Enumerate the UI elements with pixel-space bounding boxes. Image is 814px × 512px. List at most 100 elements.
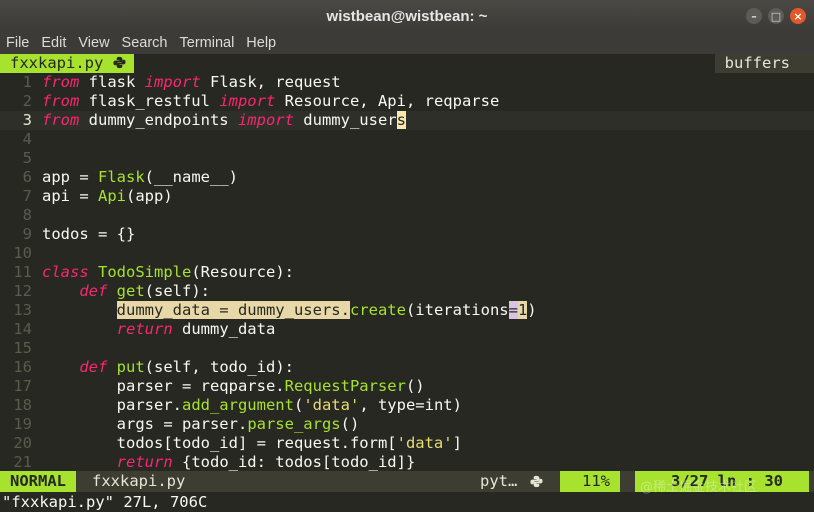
code-line[interactable]: 17 parser = reqparse.RequestParser() — [0, 377, 814, 396]
line-number: 19 — [13, 415, 32, 433]
mode-indicator: NORMAL — [0, 471, 76, 492]
code-token: parser. — [42, 396, 182, 414]
code-token: def — [79, 358, 108, 376]
code-line[interactable]: 11 class TodoSimple(Resource): — [0, 263, 814, 282]
code-token: 'data' — [396, 434, 453, 452]
menu-view[interactable]: View — [72, 35, 115, 51]
code-line[interactable]: 10 — [0, 244, 814, 263]
code-line[interactable]: 19 args = parser.parse_args() — [0, 415, 814, 434]
line-number: 2 — [22, 92, 32, 110]
code-token: (Resource): — [191, 263, 294, 281]
line-number: 12 — [13, 282, 32, 300]
code-token: return — [116, 320, 173, 338]
code-line[interactable]: 8 — [0, 206, 814, 225]
close-button[interactable]: × — [790, 8, 806, 24]
code-token: import — [144, 73, 201, 91]
menu-help[interactable]: Help — [240, 35, 282, 51]
menu-search[interactable]: Search — [116, 35, 174, 51]
line-number: 3 — [22, 111, 32, 129]
code-token: Resource, Api, reqparse — [275, 92, 500, 110]
line-number: 14 — [13, 320, 32, 338]
line-number: 6 — [22, 168, 32, 186]
code-line[interactable]: 18 parser.add_argument('data', type=int) — [0, 396, 814, 415]
code-token: (self): — [144, 282, 210, 300]
command-message: "fxxkapi.py" 27L, 706C — [2, 493, 208, 511]
code-token: 1 — [517, 301, 528, 319]
code-line[interactable]: 14 return dummy_data — [0, 320, 814, 339]
code-token: get — [116, 282, 145, 300]
code-line[interactable]: 16 def put(self, todo_id): — [0, 358, 814, 377]
terminal-area[interactable]: fxxkapi.py buffers 1 from flask import Fl… — [0, 54, 814, 512]
code-token: put — [116, 358, 145, 376]
code-token: () — [405, 377, 425, 395]
minimize-button[interactable]: – — [746, 8, 762, 24]
buffer-tab[interactable]: fxxkapi.py — [0, 54, 134, 73]
code-token: dummy_data — [172, 320, 276, 338]
code-token: import — [237, 111, 294, 129]
code-token: from — [42, 92, 80, 110]
menu-edit[interactable]: Edit — [35, 35, 72, 51]
code-line[interactable]: 1 from flask import Flask, request — [0, 73, 814, 92]
line-number: 13 — [13, 301, 32, 319]
code-line[interactable]: 3 from dummy_endpoints import dummy_users — [0, 111, 814, 130]
line-number: 5 — [22, 149, 32, 167]
code-token: add_argument — [181, 396, 294, 414]
code-line[interactable]: 2 from flask_restful import Resource, Api… — [0, 92, 814, 111]
code-line[interactable]: 20 todos[todo_id] = request.form['data'] — [0, 434, 814, 453]
code-line[interactable]: 15 — [0, 339, 814, 358]
code-line[interactable]: 6 app = Flask(__name__) — [0, 168, 814, 187]
code-token: return — [116, 453, 173, 471]
buffer-tab-label: fxxkapi.py — [10, 54, 104, 72]
code-token: parser = reqparse. — [42, 377, 285, 395]
code-line[interactable]: 5 — [0, 149, 814, 168]
code-token: from — [42, 73, 80, 91]
code-token: (self, todo_id): — [144, 358, 294, 376]
code-token: app = — [42, 168, 98, 186]
line-number: 10 — [13, 244, 32, 262]
code-token: (iterations — [405, 301, 509, 319]
line-number: 16 — [13, 358, 32, 376]
code-line[interactable]: 12 def get(self): — [0, 282, 814, 301]
line-number: 1 — [22, 73, 32, 91]
code-token: () — [340, 415, 360, 433]
code-token: import — [219, 92, 276, 110]
menu-file[interactable]: File — [0, 35, 35, 51]
code-line[interactable]: 4 — [0, 130, 814, 149]
maximize-button[interactable]: □ — [768, 8, 784, 24]
status-percent: 11% — [560, 471, 620, 492]
code-line[interactable]: 21 return {todo_id: todos[todo_id]} — [0, 453, 814, 472]
python-icon — [113, 54, 126, 72]
code-token: 'data' — [303, 396, 360, 414]
line-number: 17 — [13, 377, 32, 395]
line-number: 8 — [22, 206, 32, 224]
status-filetype: pyt… — [480, 472, 518, 490]
code-token: flask — [79, 73, 145, 91]
code-token: def — [79, 282, 108, 300]
code-line[interactable]: 7 api = Api(app) — [0, 187, 814, 206]
line-number: 15 — [13, 339, 32, 357]
code-token: todos = {} — [42, 225, 136, 243]
line-number: 4 — [22, 130, 32, 148]
code-editor[interactable]: 1 from flask import Flask, request 2 from f… — [0, 73, 814, 472]
code-token: flask_restful — [79, 92, 220, 110]
window-titlebar: wistbean@wistbean: ~ – □ × — [0, 0, 814, 32]
line-number: 18 — [13, 396, 32, 414]
menu-bar: File Edit View Search Terminal Help — [0, 32, 814, 54]
code-line[interactable]: 9 todos = {} — [0, 225, 814, 244]
code-line[interactable]: 13 dummy_data = dummy_users.create(itera… — [0, 301, 814, 320]
code-token: ] — [452, 434, 462, 452]
menu-terminal[interactable]: Terminal — [174, 35, 241, 51]
code-token: dummy_user — [293, 111, 397, 129]
python-icon — [530, 471, 543, 492]
code-token: create — [349, 301, 406, 319]
code-token: parse_args — [247, 415, 341, 433]
code-token: = — [508, 301, 518, 319]
code-token: RequestParser — [284, 377, 406, 395]
code-token: class — [42, 263, 89, 281]
code-token: (app) — [126, 187, 173, 205]
